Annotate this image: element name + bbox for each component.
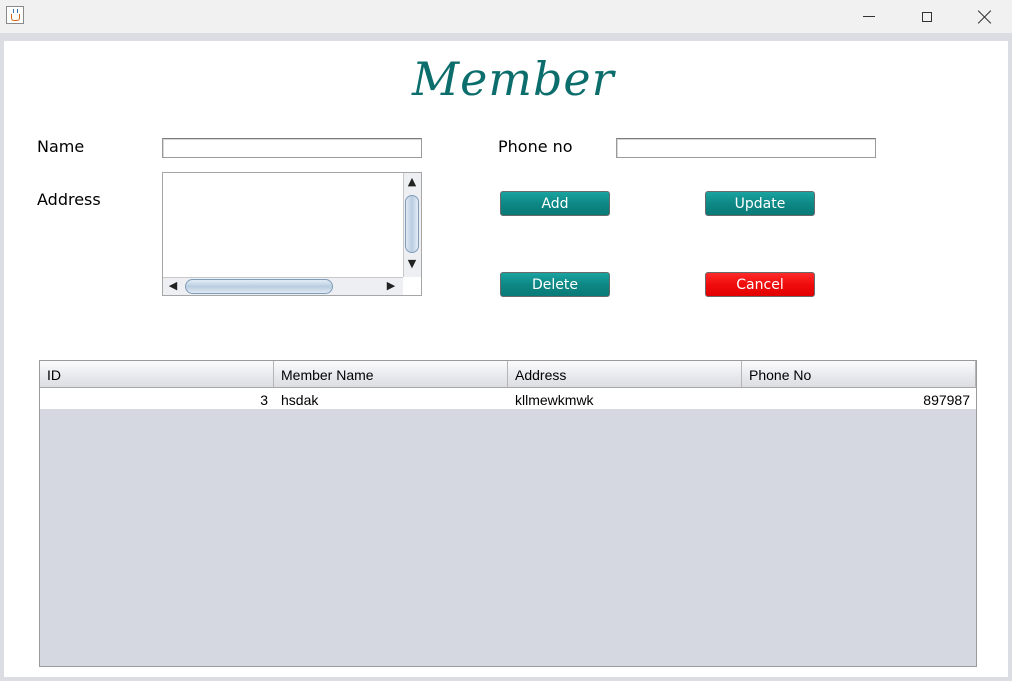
cell-phone-no: 897987 [923,392,970,408]
address-label: Address [37,190,101,209]
maximize-button[interactable] [898,0,956,33]
scroll-right-icon[interactable]: ▶ [383,279,399,293]
cell-address: kllmewkmwk [515,392,594,408]
update-button[interactable]: Update [705,191,815,216]
scroll-left-icon[interactable]: ◀ [165,279,181,293]
minimize-icon [863,16,875,17]
delete-button[interactable]: Delete [500,272,610,297]
cancel-button[interactable]: Cancel [705,272,815,297]
name-label: Name [37,137,85,156]
horizontal-scroll-thumb[interactable] [185,279,333,294]
member-table[interactable]: ID Member Name Address Phone No 3 hsdak … [39,360,977,667]
maximize-icon [922,11,932,22]
table-row[interactable]: 3 hsdak kllmewkmwk 897987 [40,388,976,409]
close-button[interactable] [956,0,1012,33]
column-header-member-name[interactable]: Member Name [274,361,508,387]
scroll-down-icon[interactable]: ▼ [404,257,420,271]
vertical-scroll-thumb[interactable] [405,195,419,253]
name-field[interactable] [162,138,422,158]
table-header: ID Member Name Address Phone No [40,361,976,388]
window-titlebar [0,0,1012,33]
close-icon [978,10,992,24]
scroll-up-icon[interactable]: ▲ [404,175,420,189]
scroll-corner [403,277,421,295]
cell-id: 3 [260,392,268,408]
column-header-phone-no[interactable]: Phone No [742,361,976,387]
page-title: Member [412,52,615,106]
java-app-icon [6,6,24,24]
address-vertical-scrollbar[interactable]: ▲ ▼ [403,173,421,277]
column-header-address[interactable]: Address [508,361,742,387]
phone-label: Phone no [498,137,573,156]
phone-field[interactable] [616,138,876,158]
address-horizontal-scrollbar[interactable]: ◀ ▶ [163,277,403,295]
column-header-id[interactable]: ID [40,361,274,387]
minimize-button[interactable] [840,0,898,33]
address-textarea[interactable]: ▲ ▼ ◀ ▶ [162,172,422,296]
add-button[interactable]: Add [500,191,610,216]
cell-member-name: hsdak [281,392,319,408]
